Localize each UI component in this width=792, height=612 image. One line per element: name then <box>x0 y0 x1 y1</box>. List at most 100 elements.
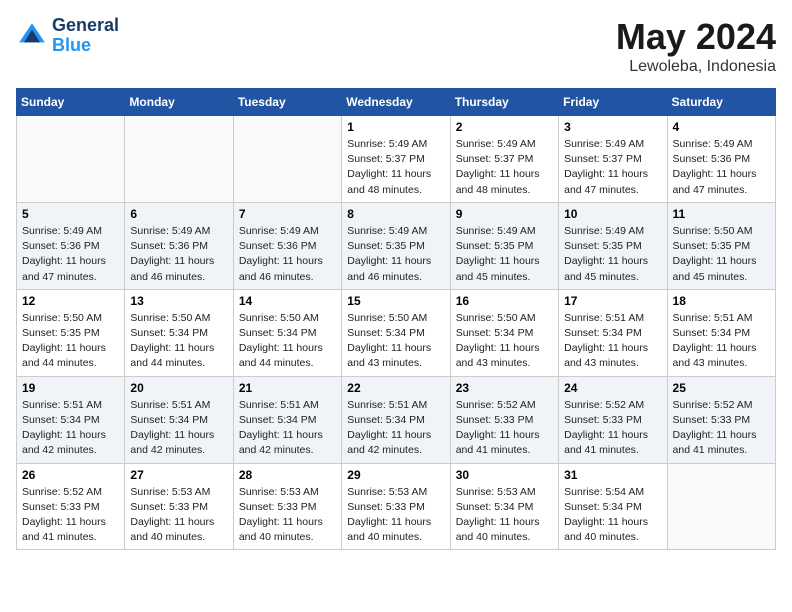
day-info: Sunrise: 5:49 AMSunset: 5:36 PMDaylight:… <box>673 137 770 198</box>
calendar-cell: 11 Sunrise: 5:50 AMSunset: 5:35 PMDayligh… <box>667 202 775 289</box>
day-number: 23 <box>456 381 553 395</box>
calendar-cell: 12 Sunrise: 5:50 AMSunset: 5:35 PMDayligh… <box>17 289 125 376</box>
calendar-cell <box>125 116 233 203</box>
day-info: Sunrise: 5:49 AMSunset: 5:36 PMDaylight:… <box>130 224 227 285</box>
calendar-cell: 25 Sunrise: 5:52 AMSunset: 5:33 PMDayligh… <box>667 376 775 463</box>
day-info: Sunrise: 5:52 AMSunset: 5:33 PMDaylight:… <box>673 398 770 459</box>
day-number: 29 <box>347 468 444 482</box>
logo: General Blue <box>16 16 119 56</box>
day-info: Sunrise: 5:50 AMSunset: 5:35 PMDaylight:… <box>673 224 770 285</box>
day-info: Sunrise: 5:51 AMSunset: 5:34 PMDaylight:… <box>673 311 770 372</box>
day-number: 8 <box>347 207 444 221</box>
day-number: 14 <box>239 294 336 308</box>
day-info: Sunrise: 5:51 AMSunset: 5:34 PMDaylight:… <box>130 398 227 459</box>
weekday-header: Monday <box>125 89 233 116</box>
day-info: Sunrise: 5:50 AMSunset: 5:34 PMDaylight:… <box>239 311 336 372</box>
day-info: Sunrise: 5:52 AMSunset: 5:33 PMDaylight:… <box>22 485 119 546</box>
calendar-cell: 2Sunrise: 5:49 AMSunset: 5:37 PMDaylight… <box>450 116 558 203</box>
day-number: 31 <box>564 468 661 482</box>
day-info: Sunrise: 5:50 AMSunset: 5:34 PMDaylight:… <box>456 311 553 372</box>
calendar-cell: 29 Sunrise: 5:53 AMSunset: 5:33 PMDayligh… <box>342 463 450 550</box>
month-title: May 2024 <box>616 16 776 58</box>
calendar-table: SundayMondayTuesdayWednesdayThursdayFrid… <box>16 88 776 550</box>
weekday-header: Thursday <box>450 89 558 116</box>
calendar-cell <box>667 463 775 550</box>
day-number: 11 <box>673 207 770 221</box>
day-info: Sunrise: 5:49 AMSunset: 5:35 PMDaylight:… <box>347 224 444 285</box>
day-info: Sunrise: 5:53 AMSunset: 5:33 PMDaylight:… <box>130 485 227 546</box>
day-number: 9 <box>456 207 553 221</box>
day-info: Sunrise: 5:49 AMSunset: 5:35 PMDaylight:… <box>564 224 661 285</box>
day-info: Sunrise: 5:51 AMSunset: 5:34 PMDaylight:… <box>347 398 444 459</box>
calendar-week-row: 1 Sunrise: 5:49 AMSunset: 5:37 PMDaylight… <box>17 116 776 203</box>
calendar-cell: 23 Sunrise: 5:52 AMSunset: 5:33 PMDayligh… <box>450 376 558 463</box>
day-number: 18 <box>673 294 770 308</box>
day-number: 27 <box>130 468 227 482</box>
calendar-cell: 7 Sunrise: 5:49 AMSunset: 5:36 PMDaylight… <box>233 202 341 289</box>
day-info: Sunrise: 5:49 AMSunset: 5:37 PMDaylight:… <box>564 137 661 198</box>
weekday-header: Wednesday <box>342 89 450 116</box>
day-info: Sunrise: 5:49 AMSunset: 5:37 PMDaylight:… <box>347 137 444 198</box>
logo-text: General Blue <box>52 16 119 56</box>
calendar-cell: 18 Sunrise: 5:51 AMSunset: 5:34 PMDayligh… <box>667 289 775 376</box>
weekday-header: Sunday <box>17 89 125 116</box>
day-number: 7 <box>239 207 336 221</box>
day-info: Sunrise: 5:53 AMSunset: 5:33 PMDaylight:… <box>239 485 336 546</box>
calendar-cell: 16Sunrise: 5:50 AMSunset: 5:34 PMDayligh… <box>450 289 558 376</box>
calendar-cell: 26 Sunrise: 5:52 AMSunset: 5:33 PMDayligh… <box>17 463 125 550</box>
calendar-week-row: 5 Sunrise: 5:49 AMSunset: 5:36 PMDaylight… <box>17 202 776 289</box>
day-info: Sunrise: 5:51 AMSunset: 5:34 PMDaylight:… <box>239 398 336 459</box>
day-info: Sunrise: 5:50 AMSunset: 5:35 PMDaylight:… <box>22 311 119 372</box>
day-info: Sunrise: 5:50 AMSunset: 5:34 PMDaylight:… <box>130 311 227 372</box>
calendar-cell: 14 Sunrise: 5:50 AMSunset: 5:34 PMDayligh… <box>233 289 341 376</box>
day-number: 22 <box>347 381 444 395</box>
day-number: 5 <box>22 207 119 221</box>
day-info: Sunrise: 5:49 AMSunset: 5:36 PMDaylight:… <box>239 224 336 285</box>
calendar-cell: 30 Sunrise: 5:53 AMSunset: 5:34 PMDayligh… <box>450 463 558 550</box>
calendar-cell: 15Sunrise: 5:50 AMSunset: 5:34 PMDayligh… <box>342 289 450 376</box>
calendar-cell: 22 Sunrise: 5:51 AMSunset: 5:34 PMDayligh… <box>342 376 450 463</box>
day-number: 19 <box>22 381 119 395</box>
calendar-cell: 6 Sunrise: 5:49 AMSunset: 5:36 PMDaylight… <box>125 202 233 289</box>
location-title: Lewoleba, Indonesia <box>616 58 776 76</box>
calendar-cell: 31 Sunrise: 5:54 AMSunset: 5:34 PMDayligh… <box>559 463 667 550</box>
day-number: 24 <box>564 381 661 395</box>
day-number: 26 <box>22 468 119 482</box>
calendar-cell: 19 Sunrise: 5:51 AMSunset: 5:34 PMDayligh… <box>17 376 125 463</box>
day-info: Sunrise: 5:52 AMSunset: 5:33 PMDaylight:… <box>564 398 661 459</box>
calendar-cell <box>17 116 125 203</box>
calendar-cell: 17Sunrise: 5:51 AMSunset: 5:34 PMDayligh… <box>559 289 667 376</box>
day-number: 12 <box>22 294 119 308</box>
weekday-header-row: SundayMondayTuesdayWednesdayThursdayFrid… <box>17 89 776 116</box>
calendar-cell: 5Sunrise: 5:49 AMSunset: 5:36 PMDaylight… <box>17 202 125 289</box>
day-info: Sunrise: 5:54 AMSunset: 5:34 PMDaylight:… <box>564 485 661 546</box>
day-info: Sunrise: 5:52 AMSunset: 5:33 PMDaylight:… <box>456 398 553 459</box>
day-number: 25 <box>673 381 770 395</box>
day-number: 1 <box>347 120 444 134</box>
calendar-cell: 10Sunrise: 5:49 AMSunset: 5:35 PMDayligh… <box>559 202 667 289</box>
day-info: Sunrise: 5:53 AMSunset: 5:34 PMDaylight:… <box>456 485 553 546</box>
page-header: General Blue May 2024 Lewoleba, Indonesi… <box>16 16 776 76</box>
calendar-week-row: 26 Sunrise: 5:52 AMSunset: 5:33 PMDayligh… <box>17 463 776 550</box>
day-info: Sunrise: 5:49 AMSunset: 5:37 PMDaylight:… <box>456 137 553 198</box>
day-info: Sunrise: 5:51 AMSunset: 5:34 PMDaylight:… <box>22 398 119 459</box>
day-info: Sunrise: 5:51 AMSunset: 5:34 PMDaylight:… <box>564 311 661 372</box>
calendar-cell: 4Sunrise: 5:49 AMSunset: 5:36 PMDaylight… <box>667 116 775 203</box>
day-number: 13 <box>130 294 227 308</box>
day-info: Sunrise: 5:50 AMSunset: 5:34 PMDaylight:… <box>347 311 444 372</box>
calendar-cell: 21 Sunrise: 5:51 AMSunset: 5:34 PMDayligh… <box>233 376 341 463</box>
weekday-header: Tuesday <box>233 89 341 116</box>
calendar-week-row: 19 Sunrise: 5:51 AMSunset: 5:34 PMDayligh… <box>17 376 776 463</box>
calendar-cell: 8 Sunrise: 5:49 AMSunset: 5:35 PMDaylight… <box>342 202 450 289</box>
day-number: 30 <box>456 468 553 482</box>
calendar-cell: 3Sunrise: 5:49 AMSunset: 5:37 PMDaylight… <box>559 116 667 203</box>
day-info: Sunrise: 5:53 AMSunset: 5:33 PMDaylight:… <box>347 485 444 546</box>
weekday-header: Friday <box>559 89 667 116</box>
calendar-cell: 1 Sunrise: 5:49 AMSunset: 5:37 PMDaylight… <box>342 116 450 203</box>
day-number: 21 <box>239 381 336 395</box>
calendar-cell: 9 Sunrise: 5:49 AMSunset: 5:35 PMDaylight… <box>450 202 558 289</box>
day-number: 28 <box>239 468 336 482</box>
day-number: 6 <box>130 207 227 221</box>
day-info: Sunrise: 5:49 AMSunset: 5:35 PMDaylight:… <box>456 224 553 285</box>
calendar-cell: 20Sunrise: 5:51 AMSunset: 5:34 PMDayligh… <box>125 376 233 463</box>
